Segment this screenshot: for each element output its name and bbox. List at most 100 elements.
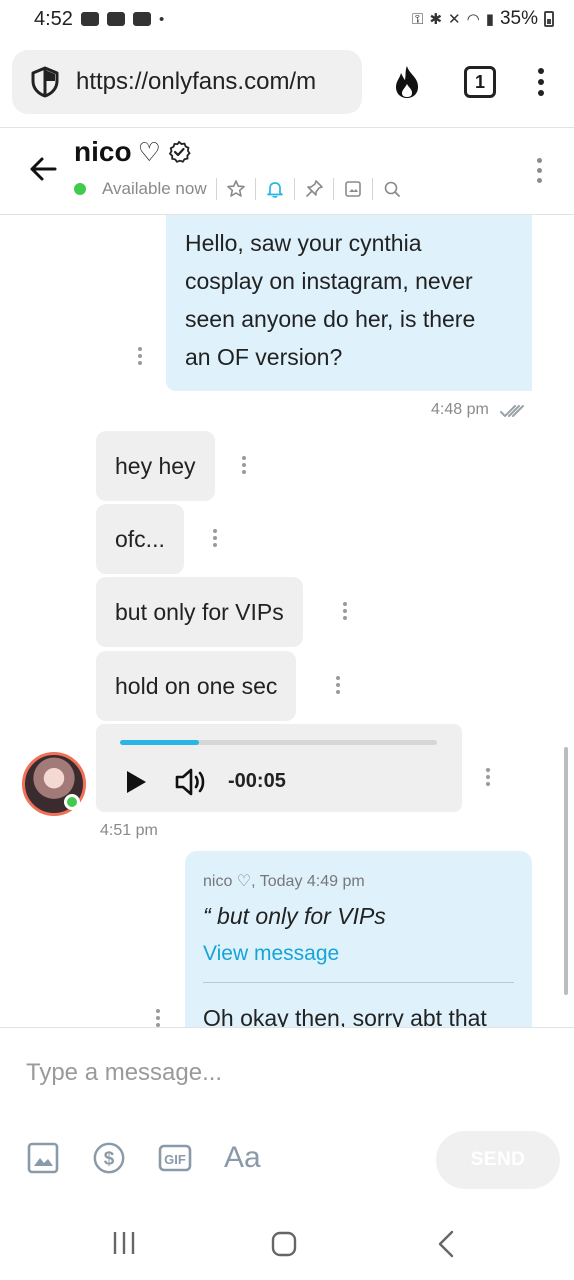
message-options-button[interactable] <box>138 347 142 365</box>
battery-icon <box>544 11 554 27</box>
menu-dot <box>343 616 347 620</box>
browser-toolbar: https://onlyfans.com/m 1 <box>0 38 574 126</box>
composer-divider <box>0 1027 574 1028</box>
toolbar-separator <box>371 178 373 200</box>
menu-dot <box>343 609 347 613</box>
message-options-button[interactable] <box>242 456 246 474</box>
view-message-link[interactable]: View message <box>203 942 514 966</box>
battery-percent: 35% <box>499 8 538 29</box>
toolbar-separator <box>332 178 334 200</box>
address-bar[interactable]: https://onlyfans.com/m <box>12 50 362 114</box>
play-icon[interactable] <box>124 769 148 795</box>
message-list[interactable]: Hello, saw your cynthia cosplay on insta… <box>0 215 574 1027</box>
menu-dot <box>213 536 217 540</box>
audio-duration: -00:05 <box>228 770 286 792</box>
vpn-key-icon: ⚿ <box>412 10 424 28</box>
volume-icon[interactable] <box>174 766 210 798</box>
reply-divider <box>203 982 514 983</box>
message-options-button[interactable] <box>343 602 347 620</box>
menu-dot <box>537 158 542 163</box>
browser-menu-button[interactable] <box>538 68 544 96</box>
menu-dot <box>486 782 490 786</box>
outgoing-message[interactable]: Hello, saw your cynthia cosplay on insta… <box>166 215 532 391</box>
incoming-message[interactable]: ofc... <box>96 504 184 574</box>
home-icon[interactable] <box>270 1230 298 1258</box>
message-options-button[interactable] <box>213 529 217 547</box>
verified-icon <box>168 140 191 163</box>
menu-dot <box>138 347 142 351</box>
star-icon[interactable] <box>226 179 246 199</box>
bluetooth-icon: ✱ <box>429 11 443 28</box>
search-icon[interactable] <box>382 179 402 199</box>
bell-icon[interactable] <box>265 179 285 199</box>
audio-progress-track[interactable] <box>120 740 437 745</box>
status-right: ⚿ ✱ ✕ ◠ ▮ 35% <box>412 8 554 30</box>
avatar-online-indicator <box>64 794 80 810</box>
message-options-button[interactable] <box>156 1009 160 1027</box>
recent-apps-icon[interactable] <box>111 1230 137 1256</box>
menu-dot <box>138 361 142 365</box>
menu-dot <box>537 178 542 183</box>
name-symbol: ♡ <box>137 136 161 167</box>
toolbar-separator <box>254 178 256 200</box>
incoming-message[interactable]: but only for VIPs <box>96 577 303 647</box>
scrollbar[interactable] <box>564 747 568 995</box>
tab-switcher-button[interactable]: 1 <box>464 66 496 98</box>
message-timestamp: 4:51 pm <box>100 822 158 839</box>
message-timestamp: 4:48 pm <box>431 401 489 418</box>
chat-subtitle-row: Available now <box>74 178 402 200</box>
message-options-button[interactable] <box>486 768 490 786</box>
menu-dot <box>537 168 542 173</box>
reply-text: Oh okay then, sorry abt that <box>203 1005 487 1027</box>
pin-icon[interactable] <box>304 179 324 199</box>
read-receipt-icon <box>500 405 524 417</box>
chat-title[interactable]: nico ♡ <box>74 136 191 168</box>
text-format-button[interactable]: Aa <box>224 1141 261 1175</box>
mute-icon: ✕ <box>448 11 461 28</box>
menu-dot <box>343 602 347 606</box>
toolbar-separator <box>293 178 295 200</box>
send-button[interactable]: SEND <box>436 1131 560 1189</box>
voice-message[interactable]: -00:05 <box>96 724 462 812</box>
shield-icon[interactable] <box>28 65 62 99</box>
menu-dot <box>336 690 340 694</box>
reply-quote-text: “ but only for VIPs <box>203 903 386 929</box>
fire-icon[interactable] <box>392 64 422 100</box>
menu-dot <box>213 543 217 547</box>
browser-actions: 1 <box>392 64 562 100</box>
menu-dot <box>336 683 340 687</box>
menu-dot <box>213 529 217 533</box>
back-arrow-icon[interactable] <box>28 154 58 184</box>
menu-dot <box>336 676 340 680</box>
composer-toolbar: $ GIF Aa <box>26 1140 261 1176</box>
message-input[interactable] <box>26 1045 526 1101</box>
youtube-notification-icon <box>106 12 125 26</box>
image-icon[interactable] <box>343 179 363 199</box>
chat-options-button[interactable] <box>537 158 542 183</box>
system-navigation-bar <box>0 1210 574 1280</box>
menu-dot <box>538 79 544 85</box>
url-text[interactable]: https://onlyfans.com/m <box>76 68 316 96</box>
reply-quote-meta: nico ♡, Today 4:49 pm <box>203 873 365 890</box>
gif-icon[interactable]: GIF <box>158 1140 192 1176</box>
message-options-button[interactable] <box>336 676 340 694</box>
image-icon[interactable] <box>26 1140 60 1176</box>
dollar-icon[interactable]: $ <box>92 1140 126 1176</box>
svg-text:$: $ <box>104 1149 115 1170</box>
message-line: Hello, saw your cynthia <box>185 230 422 256</box>
menu-dot <box>156 1009 160 1013</box>
wifi-icon: ◠ <box>466 11 480 28</box>
audio-progress-fill <box>120 740 200 745</box>
more-notifications-icon: • <box>158 10 165 28</box>
gallery-notification-icon <box>80 12 99 26</box>
menu-dot <box>156 1016 160 1020</box>
online-indicator <box>74 183 86 195</box>
back-icon[interactable] <box>436 1230 456 1258</box>
incoming-message[interactable]: hey hey <box>96 431 215 501</box>
outgoing-reply-message[interactable]: nico ♡, Today 4:49 pm “ but only for VIP… <box>185 851 532 1027</box>
menu-dot <box>138 354 142 358</box>
status-left: 4:52 • <box>34 8 164 31</box>
incoming-message[interactable]: hold on one sec <box>96 651 297 721</box>
toolbar-separator <box>215 178 217 200</box>
message-line: an OF version? <box>185 344 343 370</box>
